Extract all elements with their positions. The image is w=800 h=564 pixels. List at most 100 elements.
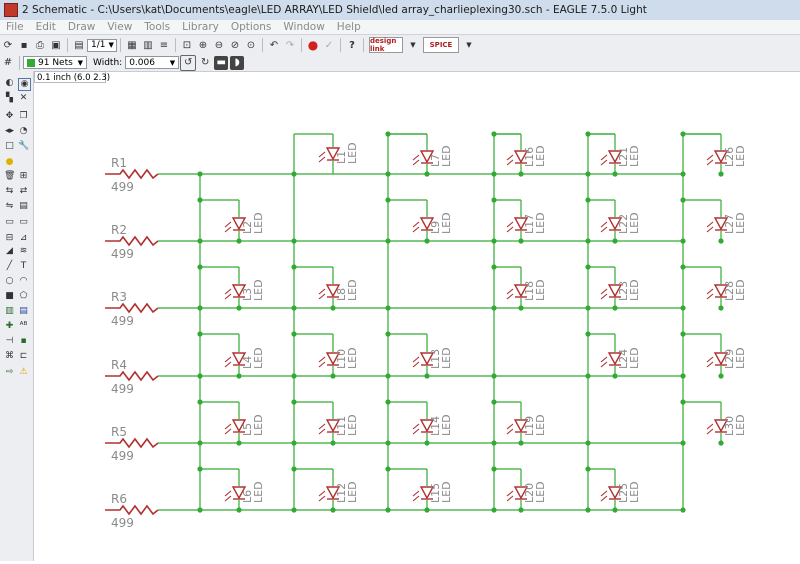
design-link-button[interactable]: design link (369, 37, 403, 53)
resistor-name[interactable]: R4 (111, 358, 127, 372)
junction-dot[interactable] (518, 238, 524, 244)
junction-dot[interactable] (330, 440, 336, 446)
led-type[interactable]: LED (534, 414, 547, 436)
junction-dot[interactable] (518, 507, 524, 513)
menu-window[interactable]: Window (277, 21, 330, 33)
led-type[interactable]: LED (252, 347, 265, 369)
arc-icon[interactable]: ◠ (18, 276, 29, 287)
junction-dot[interactable] (330, 373, 336, 379)
led-l24[interactable]: L24LED (585, 331, 641, 379)
junction-dot[interactable] (385, 507, 391, 513)
junction-dot[interactable] (612, 373, 618, 379)
led-arrows[interactable] (318, 151, 326, 163)
junction-dot[interactable] (236, 305, 242, 311)
menu-help[interactable]: Help (331, 21, 367, 33)
save-icon[interactable]: ▪ (17, 38, 31, 52)
led-type[interactable]: LED (346, 481, 359, 503)
junction-dot[interactable] (612, 238, 618, 244)
led-arrows[interactable] (506, 423, 514, 435)
junction-dot[interactable] (491, 131, 497, 137)
led-l21[interactable]: L21LED (585, 131, 641, 177)
junction-dot[interactable] (291, 466, 297, 472)
led-l7[interactable]: L7LED (385, 131, 453, 177)
zoom-fit-icon[interactable]: ⊡ (180, 38, 194, 52)
bus-icon[interactable]: ▥ (4, 306, 15, 317)
junction-dot[interactable] (291, 305, 297, 311)
junction-dot[interactable] (291, 440, 297, 446)
resistor-body[interactable] (105, 235, 159, 247)
net-icon[interactable]: ▤ (18, 306, 29, 317)
led-l17[interactable]: L17LED (491, 197, 547, 244)
junction-dot[interactable] (491, 399, 497, 405)
led-arrows[interactable] (506, 221, 514, 233)
junction-dot[interactable] (291, 238, 297, 244)
junction-dot[interactable] (236, 373, 242, 379)
open-icon[interactable]: ⟳ (1, 38, 15, 52)
delete-icon[interactable]: 🗑 (4, 171, 15, 182)
zoom-select-icon[interactable]: ⊙ (244, 38, 258, 52)
led-l1[interactable]: L1LED (318, 134, 359, 174)
rotate-icon[interactable]: ◔ (18, 126, 29, 137)
junction-dot[interactable] (612, 171, 618, 177)
junction-dot[interactable] (718, 305, 724, 311)
junction-dot[interactable] (330, 507, 336, 513)
junction-dot[interactable] (385, 399, 391, 405)
move-icon[interactable]: ✥ (4, 111, 15, 122)
led-l9[interactable]: L9LED (385, 197, 453, 244)
info-icon[interactable]: ◐ (4, 78, 15, 89)
led-arrows[interactable] (706, 423, 714, 435)
resistor-name[interactable]: R5 (111, 425, 127, 439)
led-arrows[interactable] (506, 288, 514, 300)
pinswap-icon[interactable]: ⇆ (4, 186, 15, 197)
junction-icon[interactable]: ✚ (4, 321, 15, 332)
port-icon[interactable]: ⊏ (18, 351, 29, 362)
modules-icon[interactable]: ⌘ (4, 351, 15, 362)
led-l13[interactable]: L13LED (385, 331, 453, 379)
copy-icon[interactable]: ❐ (18, 111, 29, 122)
undo-icon[interactable]: ↶ (267, 38, 281, 52)
led-l14[interactable]: L14LED (385, 399, 453, 446)
spice-button[interactable]: SPICE (423, 37, 459, 53)
junction-dot[interactable] (491, 197, 497, 203)
junction-dot[interactable] (585, 373, 591, 379)
led-arrows[interactable] (600, 490, 608, 502)
led-l28[interactable]: L28LED (680, 264, 747, 311)
optimize-icon[interactable]: ≋ (18, 246, 29, 257)
led-arrows[interactable] (318, 490, 326, 502)
circle-icon[interactable]: ○ (4, 276, 15, 287)
junction-dot[interactable] (197, 197, 203, 203)
grid-icon[interactable]: # (1, 56, 15, 70)
junction-dot[interactable] (424, 440, 430, 446)
led-arrows[interactable] (318, 423, 326, 435)
led-arrows[interactable] (600, 221, 608, 233)
junction-dot[interactable] (385, 238, 391, 244)
junction-dot[interactable] (385, 197, 391, 203)
led-type[interactable]: LED (440, 212, 453, 234)
invoke-icon[interactable]: ▤ (18, 201, 29, 212)
junction-dot[interactable] (680, 238, 686, 244)
junction-dot[interactable] (680, 331, 686, 337)
led-type[interactable]: LED (734, 279, 747, 301)
junction-dot[interactable] (612, 305, 618, 311)
resistor-r3[interactable]: R3 499 (105, 290, 159, 328)
sheet-select[interactable]: 1/1 ▼ (87, 38, 117, 52)
menu-tools[interactable]: Tools (138, 21, 176, 33)
resistor-r4[interactable]: R4 499 (105, 358, 159, 396)
junction-dot[interactable] (680, 507, 686, 513)
junction-dot[interactable] (330, 305, 336, 311)
led-type[interactable]: LED (346, 347, 359, 369)
junction-dot[interactable] (718, 440, 724, 446)
led-arrows[interactable] (600, 356, 608, 368)
paste-icon[interactable]: ● (4, 157, 15, 168)
split-icon[interactable]: ⊿ (18, 233, 29, 244)
dimension-icon[interactable]: ▪ (18, 336, 29, 347)
led-arrows[interactable] (706, 221, 714, 233)
miter-tool-icon[interactable]: ◢ (4, 246, 15, 257)
resistor-name[interactable]: R2 (111, 223, 127, 237)
led-arrows[interactable] (224, 423, 232, 435)
junction-dot[interactable] (585, 507, 591, 513)
junction-dot[interactable] (585, 305, 591, 311)
led-type[interactable]: LED (734, 212, 747, 234)
resistor-r5[interactable]: R5 499 (105, 425, 159, 463)
resistor-name[interactable]: R6 (111, 492, 127, 506)
